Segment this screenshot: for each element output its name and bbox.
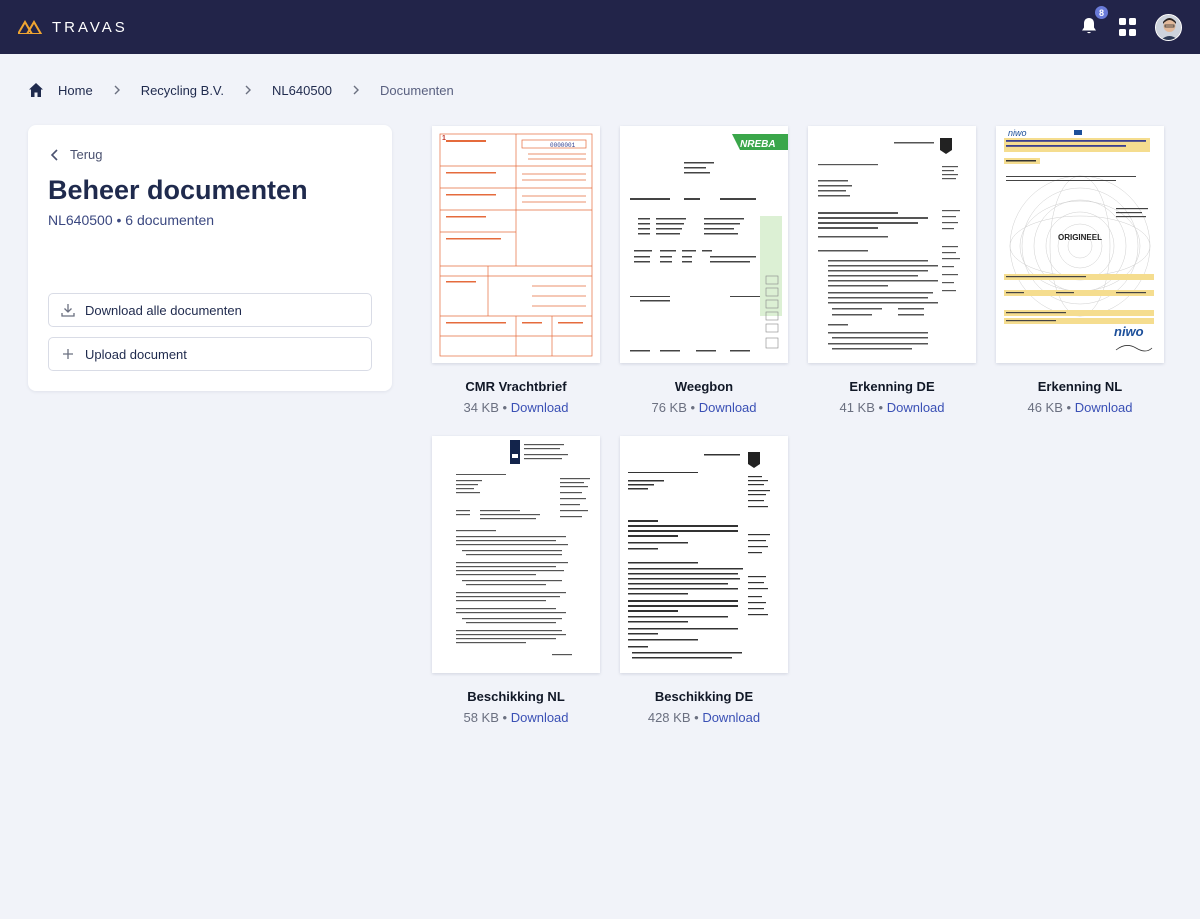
document-card: Beschikking DE 428 KB • Download <box>620 436 788 725</box>
bell-icon <box>1082 18 1096 34</box>
document-size: 58 KB <box>463 710 499 725</box>
plus-icon <box>63 349 73 359</box>
document-size: 34 KB <box>463 400 499 415</box>
meta-separator: • <box>694 710 699 725</box>
document-meta: 34 KB • Download <box>432 400 600 415</box>
document-thumbnail-beschikking-nl[interactable] <box>432 436 600 673</box>
svg-text:1: 1 <box>442 135 446 142</box>
erkenning-de-document-preview <box>808 126 976 363</box>
brand[interactable]: TRAVAS <box>18 19 128 36</box>
document-meta: 428 KB • Download <box>620 710 788 725</box>
chevron-right-icon <box>245 85 252 95</box>
breadcrumb-shipment[interactable]: NL640500 <box>272 83 332 98</box>
weegbon-logo: NREBA <box>740 139 776 150</box>
document-name: Beschikking NL <box>467 689 565 704</box>
document-name: Erkenning NL <box>1037 379 1123 394</box>
document-thumbnail-cmr[interactable]: 1 0000001 <box>432 126 600 363</box>
user-avatar[interactable] <box>1155 13 1182 41</box>
niwo-logo-bottom: niwo <box>1114 324 1144 339</box>
document-name: Beschikking DE <box>654 689 754 704</box>
document-download-link[interactable]: Download <box>1075 400 1133 415</box>
brand-name: TRAVAS <box>52 18 128 36</box>
top-navigation-bar: TRAVAS 8 <box>0 0 1200 54</box>
download-icon <box>61 304 75 317</box>
originals-stamp: ORIGINEEL <box>1058 233 1102 242</box>
document-name: CMR Vrachtbrief <box>465 379 567 394</box>
download-all-button[interactable]: Download alle documenten <box>48 293 372 327</box>
document-management-panel: Terug Beheer documenten NL640500 • 6 doc… <box>28 125 392 391</box>
meta-separator: • <box>502 710 508 725</box>
document-card: Beschikking NL 58 KB • Download <box>432 436 600 725</box>
breadcrumb-home[interactable]: Home <box>58 83 93 98</box>
chevron-left-icon <box>50 148 58 161</box>
back-link[interactable]: Terug <box>50 147 103 162</box>
document-size: 76 KB <box>651 400 687 415</box>
top-actions: 8 <box>1079 5 1182 41</box>
document-meta: 46 KB • Download <box>996 400 1164 415</box>
breadcrumb-current: Documenten <box>380 82 454 98</box>
document-size: 41 KB <box>839 400 875 415</box>
document-meta: 76 KB • Download <box>620 400 788 415</box>
erkenning-nl-document-preview: niwo ORIGINEEL niwo <box>996 126 1164 363</box>
document-meta: 58 KB • Download <box>432 710 600 725</box>
apps-grid-cell <box>1119 18 1126 25</box>
breadcrumb: Home Recycling B.V. NL640500 Documenten <box>28 80 454 100</box>
avatar-image <box>1156 14 1181 40</box>
apps-grid-cell <box>1129 28 1136 36</box>
meta-separator: • <box>502 400 508 415</box>
document-card: niwo ORIGINEEL niwo Erkenning NL 46 KB •… <box>996 126 1164 415</box>
meta-separator: • <box>1066 400 1072 415</box>
document-download-link[interactable]: Download <box>702 710 760 725</box>
travas-logo-icon <box>18 20 43 34</box>
beschikking-nl-document-preview <box>432 436 600 673</box>
home-icon[interactable] <box>28 82 44 98</box>
document-download-link[interactable]: Download <box>699 400 757 415</box>
document-thumbnail-erkenning-nl[interactable]: niwo ORIGINEEL niwo <box>996 126 1164 363</box>
document-meta: 41 KB • Download <box>808 400 976 415</box>
document-name: Weegbon <box>674 379 734 394</box>
chevron-right-icon <box>353 85 360 95</box>
niwo-logo-top: niwo <box>1008 128 1027 138</box>
document-download-link[interactable]: Download <box>511 710 569 725</box>
document-thumbnail-erkenning-de[interactable] <box>808 126 976 363</box>
upload-document-button[interactable]: Upload document <box>48 337 372 371</box>
document-download-link[interactable]: Download <box>511 400 569 415</box>
document-card: Erkenning DE 41 KB • Download <box>808 126 976 415</box>
download-all-label: Download alle documenten <box>85 302 242 318</box>
beschikking-de-document-preview <box>620 436 788 673</box>
document-card: 1 0000001 CMR Vrachtbrief 34 KB • Downlo… <box>432 126 600 415</box>
chevron-right-icon <box>114 85 120 95</box>
breadcrumb-company[interactable]: Recycling B.V. <box>141 83 224 98</box>
notification-count-badge: 8 <box>1094 5 1109 20</box>
cmr-document-preview: 1 0000001 <box>432 126 600 363</box>
document-card: NREBA Weegbon 76 KB • Download <box>620 126 788 415</box>
meta-separator: • <box>690 400 696 415</box>
page-subtitle: NL640500 • 6 documenten <box>48 212 215 228</box>
document-thumbnail-weegbon[interactable]: NREBA <box>620 126 788 363</box>
page-title: Beheer documenten <box>48 175 308 205</box>
apps-grid-icon[interactable] <box>1119 18 1137 36</box>
cmr-number: 0000001 <box>550 142 576 149</box>
document-name: Erkenning DE <box>849 379 935 394</box>
upload-label: Upload document <box>85 346 187 362</box>
apps-grid-cell <box>1129 18 1136 25</box>
document-size: 46 KB <box>1027 400 1063 415</box>
weegbon-document-preview: NREBA <box>620 126 788 363</box>
back-label: Terug <box>70 147 103 162</box>
notifications-button[interactable]: 8 <box>1079 5 1109 38</box>
apps-grid-cell <box>1119 28 1126 36</box>
document-size: 428 KB <box>647 710 691 725</box>
document-thumbnail-beschikking-de[interactable] <box>620 436 788 673</box>
meta-separator: • <box>878 400 884 415</box>
document-download-link[interactable]: Download <box>887 400 945 415</box>
